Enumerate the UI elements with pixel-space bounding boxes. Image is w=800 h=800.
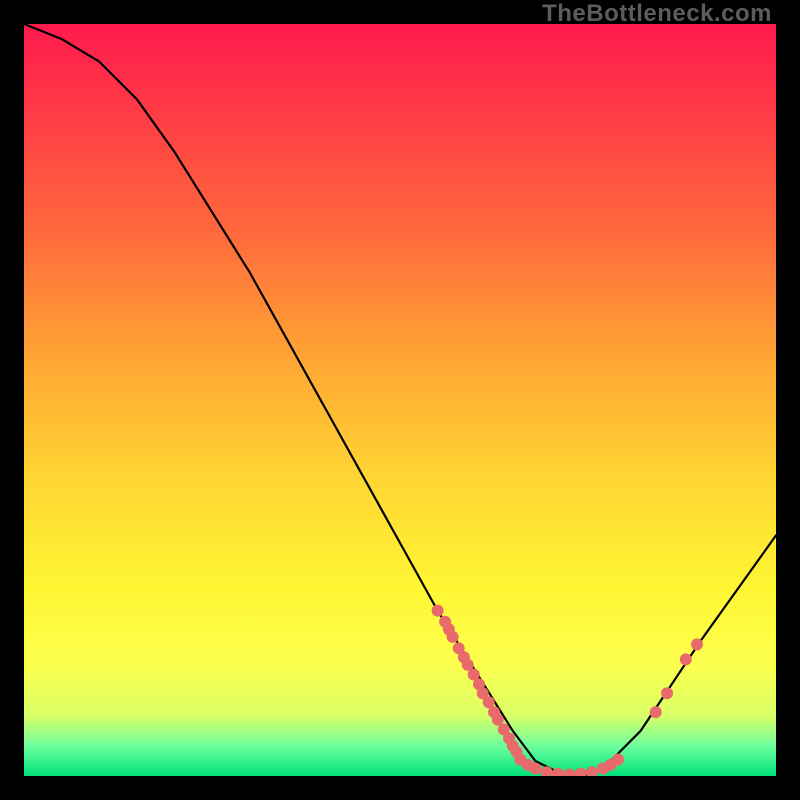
data-dot [432, 605, 444, 617]
valley-curve [24, 24, 776, 776]
chart-svg [24, 24, 776, 776]
data-dots-group [432, 605, 703, 776]
data-dot [612, 754, 624, 766]
data-dot [650, 706, 662, 718]
data-dot [586, 766, 598, 776]
chart-frame [24, 24, 776, 776]
data-dot [680, 653, 692, 665]
data-dot [529, 763, 541, 775]
data-dot [661, 687, 673, 699]
data-dot [691, 638, 703, 650]
data-dot [447, 631, 459, 643]
data-dot [575, 768, 587, 776]
data-dot [563, 769, 575, 777]
